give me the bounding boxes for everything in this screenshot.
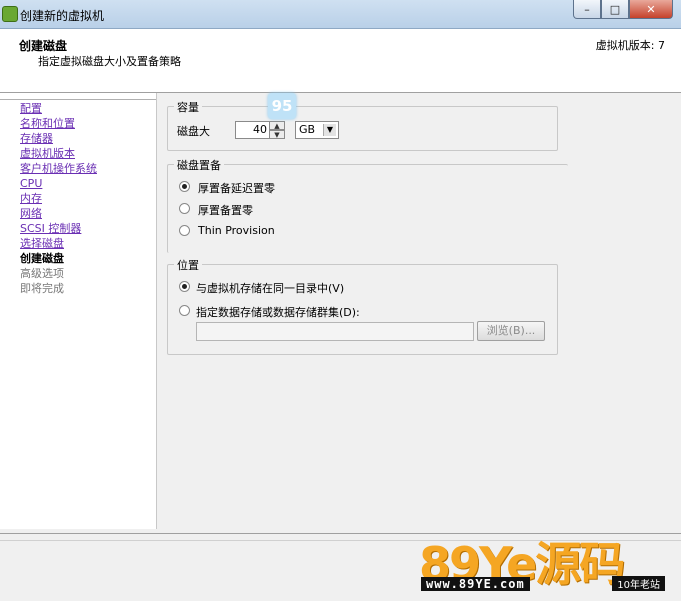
page-title: 创建磁盘 xyxy=(19,39,68,53)
nav-step-item[interactable]: 配置 xyxy=(20,101,42,116)
provisioning-option-label[interactable]: 厚置备置零 xyxy=(198,202,253,218)
window-controls: – □ ✕ xyxy=(573,0,673,19)
wizard-header: 创建磁盘 指定虚拟磁盘大小及置备策略 虚拟机版本: 7 xyxy=(0,29,681,93)
capacity-legend: 容量 xyxy=(174,99,202,115)
location-legend: 位置 xyxy=(174,257,202,273)
nav-divider xyxy=(0,99,156,100)
provisioning-radio[interactable] xyxy=(179,225,190,236)
nav-step-item[interactable]: 存储器 xyxy=(20,131,53,146)
disk-unit-select[interactable]: GB ▼ xyxy=(295,121,339,139)
wizard-body: 配置 名称和位置 存储器 虚拟机版本 客户机操作系统 CPU 内存 网络 SCSI 控制器 选择磁… xyxy=(0,93,681,533)
footer-divider xyxy=(0,540,681,541)
minimize-button[interactable]: – xyxy=(573,0,601,19)
disk-settings-panel: 容量 磁盘大 40 ▲ ▼ GB ▼ 磁盘置备 厚置备延迟置零 厚置备置零 Thin… xyxy=(167,93,677,529)
provisioning-radio[interactable] xyxy=(179,203,190,214)
nav-step-item: 创建磁盘 xyxy=(20,252,64,265)
window-titlebar[interactable]: 创建新的虚拟机 – □ ✕ xyxy=(0,0,681,29)
radio-specify-datastore[interactable] xyxy=(179,305,190,316)
provisioning-option-label[interactable]: Thin Provision xyxy=(198,224,275,237)
location-group: 位置 与虚拟机存储在同一目录中(V) 指定数据存储或数据存储群集(D): 浏览(… xyxy=(167,257,558,355)
vm-app-icon xyxy=(2,6,18,22)
disk-unit-value: GB xyxy=(299,123,316,136)
floating-assistant-icon[interactable]: 95 xyxy=(268,93,296,119)
provisioning-group: 磁盘置备 厚置备延迟置零 厚置备置零 Thin Provision xyxy=(167,157,568,253)
disk-size-spin-down[interactable]: ▼ xyxy=(269,130,285,139)
window-title: 创建新的虚拟机 xyxy=(20,9,105,23)
nav-step-item: 即将完成 xyxy=(20,282,64,295)
close-button[interactable]: ✕ xyxy=(629,0,673,19)
nav-step-item[interactable]: 虚拟机版本 xyxy=(20,146,75,161)
disk-size-label: 磁盘大 xyxy=(177,125,210,138)
nav-step-item[interactable]: 客户机操作系统 xyxy=(20,161,97,176)
disk-size-input[interactable]: 40 xyxy=(235,121,270,139)
disk-size-spin-up[interactable]: ▲ xyxy=(269,121,285,130)
nav-step-item[interactable]: 内存 xyxy=(20,191,42,206)
provisioning-option-label[interactable]: 厚置备延迟置零 xyxy=(198,180,275,196)
vm-version-label: 虚拟机版本: 7 xyxy=(595,39,665,52)
provisioning-legend: 磁盘置备 xyxy=(174,157,224,173)
option-same-directory-label[interactable]: 与虚拟机存储在同一目录中(V) xyxy=(196,280,344,296)
wizard-footer xyxy=(0,533,681,601)
maximize-button[interactable]: □ xyxy=(601,0,629,19)
option-specify-datastore-label[interactable]: 指定数据存储或数据存储群集(D): xyxy=(196,304,360,320)
radio-same-directory[interactable] xyxy=(179,281,190,292)
capacity-group: 容量 磁盘大 40 ▲ ▼ GB ▼ xyxy=(167,99,558,151)
chevron-down-icon: ▼ xyxy=(323,124,336,136)
nav-step-item[interactable]: 网络 xyxy=(20,206,42,221)
datastore-path-input[interactable] xyxy=(196,322,474,341)
page-subtitle: 指定虚拟磁盘大小及置备策略 xyxy=(38,55,181,68)
nav-step-item[interactable]: 名称和位置 xyxy=(20,116,75,131)
nav-step-item[interactable]: CPU xyxy=(20,176,42,191)
nav-step-item: 高级选项 xyxy=(20,267,64,280)
disk-size-value: 40 xyxy=(253,123,267,136)
nav-step-item[interactable]: 选择磁盘 xyxy=(20,236,64,251)
browse-button[interactable]: 浏览(B)... xyxy=(477,321,545,341)
nav-step-item[interactable]: SCSI 控制器 xyxy=(20,221,81,236)
wizard-step-nav: 配置 名称和位置 存储器 虚拟机版本 客户机操作系统 CPU 内存 网络 SCSI 控制器 选择磁… xyxy=(0,93,157,529)
provisioning-radio[interactable] xyxy=(179,181,190,192)
